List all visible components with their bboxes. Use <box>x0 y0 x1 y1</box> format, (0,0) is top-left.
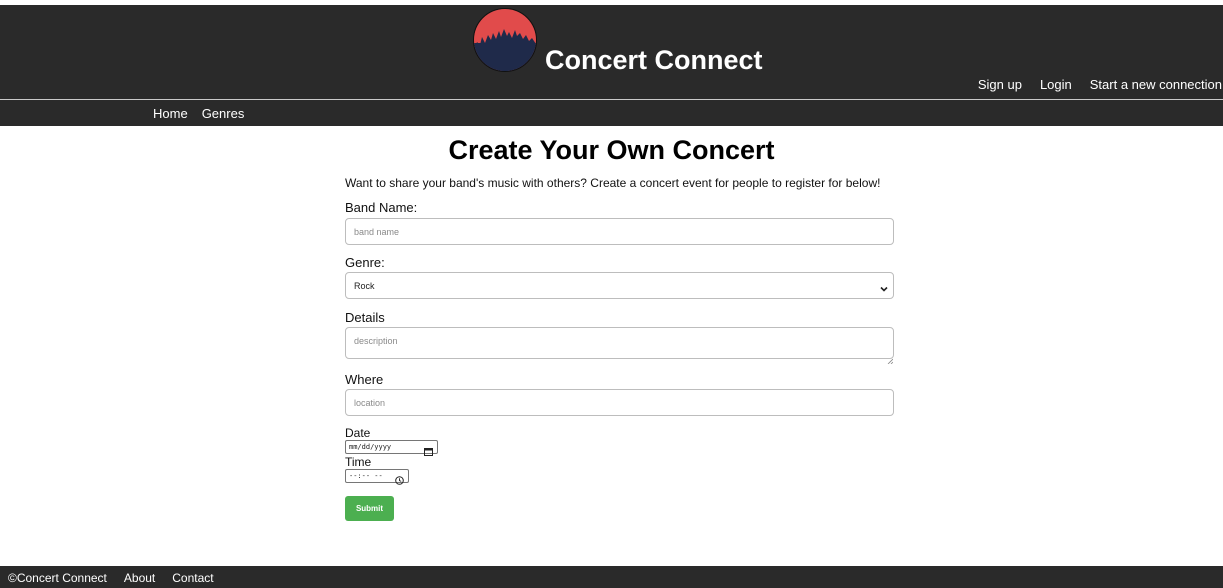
resize-grip-icon[interactable] <box>887 351 894 365</box>
band-name-input[interactable] <box>345 218 894 245</box>
submit-button[interactable]: Submit <box>345 496 394 521</box>
calendar-icon[interactable] <box>424 443 433 456</box>
time-value: --:-- -- <box>349 472 383 480</box>
clock-icon[interactable] <box>395 472 404 485</box>
site-title: Concert Connect <box>545 45 763 75</box>
nav-genres-link[interactable]: Genres <box>202 106 245 121</box>
time-label: Time <box>345 455 372 469</box>
intro-text: Want to share your band's music with oth… <box>345 176 881 190</box>
footer-copyright: ©Concert Connect <box>8 571 107 585</box>
site-header: Concert Connect Sign up Login Start a ne… <box>0 5 1223 99</box>
date-label: Date <box>345 426 371 440</box>
location-input[interactable] <box>345 389 894 416</box>
details-textarea[interactable] <box>345 327 894 359</box>
date-input[interactable]: mm/dd/yyyy <box>345 440 438 456</box>
genre-label: Genre: <box>345 255 385 270</box>
signup-link[interactable]: Sign up <box>969 77 1031 92</box>
details-label: Details <box>345 310 385 325</box>
where-label: Where <box>345 372 384 387</box>
login-link[interactable]: Login <box>1031 77 1081 92</box>
site-footer: ©Concert Connect About Contact <box>0 566 1223 588</box>
header-links: Sign up Login Start a new connection <box>969 77 1223 92</box>
date-value: mm/dd/yyyy <box>349 443 392 451</box>
band-name-label: Band Name: <box>345 200 418 215</box>
chevron-down-icon <box>879 281 889 292</box>
footer-contact-link[interactable]: Contact <box>172 571 213 585</box>
footer-about-link[interactable]: About <box>124 571 155 585</box>
page-title: Create Your Own Concert <box>448 135 775 165</box>
genre-selected-value: Rock <box>354 281 375 291</box>
nav-home-link[interactable]: Home <box>153 106 188 121</box>
concert-crowd-logo-icon[interactable] <box>473 8 537 72</box>
new-connection-link[interactable]: Start a new connection <box>1081 77 1223 92</box>
main-nav: Home Genres <box>0 100 1223 126</box>
time-input[interactable]: --:-- -- <box>345 469 409 485</box>
genre-select[interactable]: Rock <box>345 272 894 299</box>
